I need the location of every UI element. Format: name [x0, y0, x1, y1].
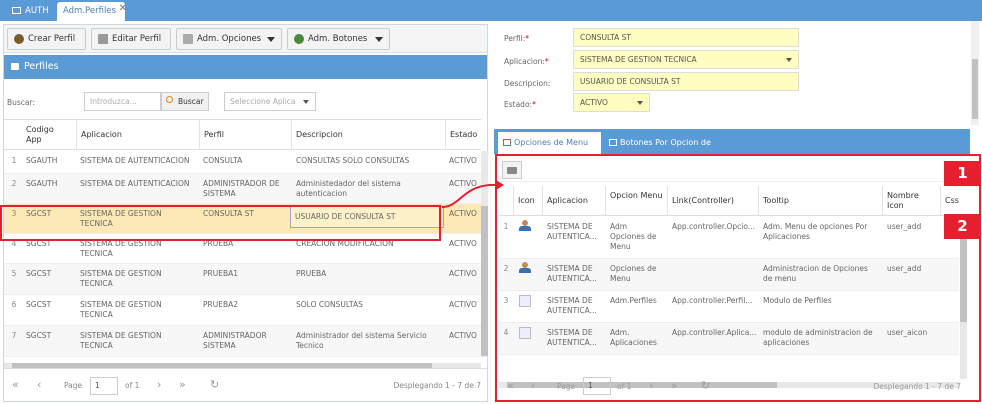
perfil-label: Perfil:*	[504, 34, 530, 43]
perfil-form: Perfil:* CONSULTA ST Aplicacion:* SISTEM…	[494, 21, 980, 125]
search-row: Buscar: Introduzca... Buscar Seleccione …	[4, 85, 487, 111]
col-aplicacion[interactable]: Aplicacion	[76, 120, 200, 150]
scroll-thumb[interactable]	[972, 59, 978, 119]
col-codigo[interactable]: Codigo App	[22, 120, 74, 150]
adm-botones-button[interactable]: Adm. Botones	[287, 28, 390, 50]
estado-label: Estado:*	[504, 100, 536, 109]
edit-icon	[98, 34, 108, 44]
table-row[interactable]: 6 SGCST SISTEMA DE GESTION TECNICA PRUEB…	[4, 295, 481, 326]
descripcion-field[interactable]: USUARIO DE CONSULTA ST	[573, 72, 799, 91]
estado-field[interactable]: ACTIVO	[573, 93, 650, 112]
page-input[interactable]: 1	[90, 377, 118, 395]
table-row[interactable]: 1 SGAUTH SISTEMA DE AUTENTICACION CONSUL…	[4, 151, 481, 174]
table-row[interactable]: 7 SGCST SISTEMA DE GESTION TECNICA ADMIN…	[4, 326, 481, 357]
crear-perfil-button[interactable]: Crear Perfil	[7, 28, 86, 50]
panel-header: Perfiles	[4, 55, 487, 79]
grid-icon	[503, 139, 511, 146]
search-label: Buscar:	[7, 98, 36, 107]
detail-grid-highlight	[495, 154, 981, 402]
grid-icon	[609, 139, 617, 146]
descripcion-label: Descripcion:	[504, 79, 551, 88]
table-row[interactable]: 2 SGAUTH SISTEMA DE AUTENTICACION ADMINI…	[4, 174, 481, 204]
paging-toolbar: « ‹ Page 1 of 1 › » ↻ Desplegando 1 - 7 …	[4, 368, 487, 401]
aplicacion-field[interactable]: SISTEMA DE GESTION TECNICA	[573, 50, 799, 69]
tab-opciones-menu[interactable]: Opciones de Menu	[498, 132, 601, 154]
tab-botones-opcion[interactable]: Botones Por Opcion de Menu	[604, 132, 739, 169]
paging-display: Desplegando 1 - 7 de 7	[393, 381, 481, 390]
close-icon[interactable]: ✕	[119, 0, 127, 18]
search-button[interactable]: Buscar	[161, 92, 209, 111]
add-profile-icon	[14, 34, 24, 44]
chevron-down-icon	[303, 100, 309, 104]
grid-icon	[11, 63, 19, 70]
col-estado[interactable]: Estado	[445, 120, 481, 150]
arrow-annotation	[441, 180, 504, 208]
last-page-icon[interactable]: »	[179, 379, 186, 390]
detail-tab-bar: Opciones de Menu Botones Por Opcion de M…	[494, 129, 970, 169]
chevron-down-icon	[637, 101, 643, 105]
tools-icon	[183, 34, 193, 44]
puzzle-icon	[294, 34, 304, 44]
table-row[interactable]: 5 SGCST SISTEMA DE GESTION TECNICA PRUEB…	[4, 264, 481, 295]
search-input[interactable]: Introduzca...	[84, 92, 161, 111]
grid-header: Codigo App Aplicacion Perfil Descripcion…	[4, 119, 481, 150]
toolbar: Crear Perfil Editar Perfil Adm. Opciones…	[4, 25, 487, 53]
perfil-field[interactable]: CONSULTA ST	[573, 28, 799, 47]
app-tab-bar: AUTH Adm.Perfiles ✕	[0, 0, 982, 21]
form-scrollbar[interactable]	[971, 21, 979, 125]
chevron-down-icon	[267, 37, 275, 42]
panel-title: Perfiles	[24, 61, 59, 72]
first-page-icon[interactable]: «	[12, 379, 19, 390]
window-icon	[12, 7, 21, 14]
callout-badge-2: 2	[944, 214, 981, 239]
scroll-thumb[interactable]	[481, 206, 488, 356]
adm-opciones-button[interactable]: Adm. Opciones	[176, 28, 282, 50]
search-icon	[166, 96, 173, 103]
prev-page-icon[interactable]: ‹	[37, 379, 41, 390]
tab-auth[interactable]: AUTH	[6, 2, 55, 21]
tab-adm-perfiles[interactable]: Adm.Perfiles ✕	[57, 0, 127, 21]
aplicacion-label: Aplicacion:*	[504, 57, 549, 66]
next-page-icon[interactable]: ›	[157, 379, 161, 390]
selected-row-highlight	[0, 205, 441, 241]
chevron-down-icon	[375, 37, 383, 42]
aplicacion-select[interactable]: Seleccione Aplica	[224, 92, 316, 111]
chevron-down-icon	[786, 58, 792, 62]
col-descripcion[interactable]: Descripcion	[291, 120, 444, 150]
refresh-icon[interactable]: ↻	[210, 379, 219, 390]
callout-badge-1: 1	[944, 161, 981, 186]
editar-perfil-button[interactable]: Editar Perfil	[91, 28, 171, 50]
col-perfil[interactable]: Perfil	[199, 120, 291, 150]
